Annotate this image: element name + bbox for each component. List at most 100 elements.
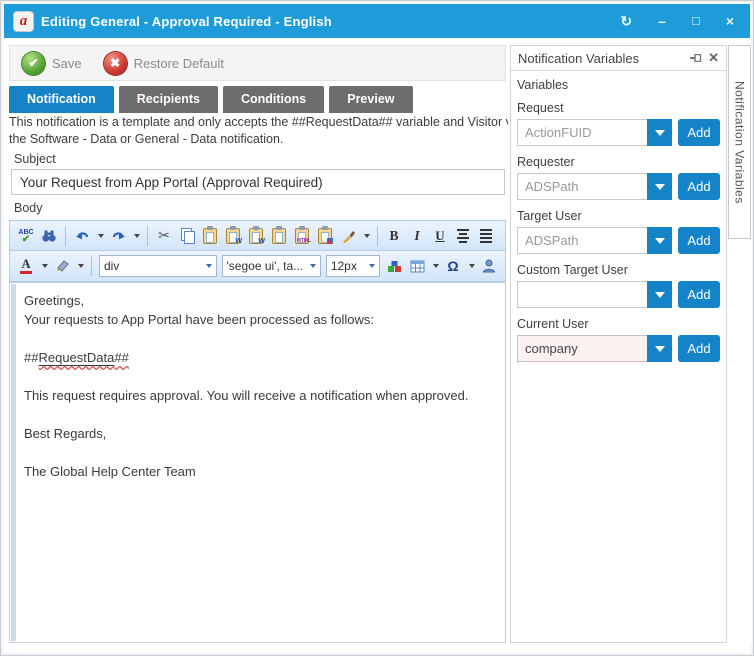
custom-target-user-add-button[interactable]: Add: [678, 281, 720, 308]
paste-from-word-strip-font-icon[interactable]: W: [245, 224, 267, 248]
request-add-button[interactable]: Add: [678, 119, 720, 146]
pin-icon[interactable]: [690, 54, 702, 62]
undo-icon[interactable]: [71, 224, 93, 248]
app-window: a Editing General - Approval Required - …: [0, 0, 754, 656]
body-line-signature: The Global Help Center Team: [24, 462, 497, 481]
find-replace-icon[interactable]: [38, 224, 60, 248]
font-family-select[interactable]: 'segoe ui', ta...: [222, 255, 321, 277]
current-user-label: Current User: [517, 317, 720, 331]
body-line-greeting: Greetings,: [24, 291, 497, 310]
restore-default-label: Restore Default: [134, 56, 224, 71]
bold-icon[interactable]: B: [383, 224, 405, 248]
tab-conditions[interactable]: Conditions: [223, 86, 324, 113]
body-line-regards: Best Regards,: [24, 424, 497, 443]
close-icon[interactable]: ×: [726, 14, 734, 28]
info-line-1: This notification is a template and only…: [9, 114, 508, 131]
target-user-label: Target User: [517, 209, 720, 223]
requester-add-button[interactable]: Add: [678, 173, 720, 200]
restore-x-icon: ✖: [104, 52, 127, 75]
body-line-intro: Your requests to App Portal have been pr…: [24, 310, 497, 329]
chevron-down-icon[interactable]: [647, 281, 672, 308]
minimize-icon[interactable]: –: [658, 14, 666, 28]
palette-icon[interactable]: [383, 254, 405, 278]
toolbar-separator: [377, 226, 378, 246]
spellcheck-icon[interactable]: ABC ✔: [15, 224, 37, 248]
chevron-down-icon[interactable]: [647, 173, 672, 200]
insert-user-icon[interactable]: [478, 254, 500, 278]
restore-default-button[interactable]: ✖ Restore Default: [104, 52, 224, 75]
format-painter-icon[interactable]: [337, 224, 359, 248]
editor-document[interactable]: Greetings, Your requests to App Portal h…: [24, 291, 497, 636]
subject-input[interactable]: [11, 169, 505, 195]
editor-toolbar-row1: ABC ✔: [9, 220, 506, 251]
paragraph-style-select[interactable]: div: [99, 255, 217, 277]
maximize-icon[interactable]: □: [692, 14, 700, 28]
format-painter-dropdown[interactable]: [360, 224, 372, 248]
window-title: Editing General - Approval Required - En…: [41, 14, 612, 29]
command-bar: ✔ Save ✖ Restore Default: [9, 45, 506, 81]
font-color-dropdown[interactable]: [38, 254, 50, 278]
panel-header: Notification Variables ✕: [511, 46, 726, 71]
paste-from-word-icon[interactable]: W: [222, 224, 244, 248]
variables-section-label: Variables: [517, 78, 720, 92]
paste-plain-text-icon[interactable]: [268, 224, 290, 248]
highlight-color-icon[interactable]: [51, 254, 73, 278]
paste-options-icon[interactable]: [314, 224, 336, 248]
body-line-approval: This request requires approval. You will…: [24, 386, 497, 405]
chevron-down-icon[interactable]: [647, 335, 672, 362]
align-center-icon[interactable]: [452, 224, 474, 248]
info-line-2: the Software - Data or General - Data no…: [9, 131, 508, 148]
target-user-select[interactable]: ADSPath: [517, 227, 672, 254]
editor-gutter: [11, 284, 16, 641]
paste-html-icon[interactable]: HTML: [291, 224, 313, 248]
body-label: Body: [14, 201, 43, 215]
special-character-dropdown[interactable]: [465, 254, 477, 278]
italic-icon[interactable]: I: [406, 224, 428, 248]
request-data-variable: RequestData: [38, 350, 114, 367]
template-info-text: This notification is a template and only…: [9, 114, 508, 148]
refresh-icon[interactable]: ↻: [620, 14, 632, 28]
app-logo-icon: a: [14, 12, 33, 31]
font-size-select[interactable]: 12px: [326, 255, 380, 277]
special-character-icon[interactable]: Ω: [442, 254, 464, 278]
requester-row: ADSPath Add: [517, 173, 720, 200]
underline-icon[interactable]: U: [429, 224, 451, 248]
panel-body: Variables Request ActionFUID Add Request…: [511, 71, 726, 369]
panel-close-icon[interactable]: ✕: [708, 50, 719, 66]
tab-preview[interactable]: Preview: [329, 86, 412, 113]
panel-title: Notification Variables: [518, 51, 684, 66]
chevron-down-icon[interactable]: [647, 227, 672, 254]
insert-table-dropdown[interactable]: [429, 254, 441, 278]
body-editor[interactable]: Greetings, Your requests to App Portal h…: [9, 282, 506, 643]
titlebar: a Editing General - Approval Required - …: [4, 4, 750, 38]
tab-strip: Notification Recipients Conditions Previ…: [9, 86, 418, 113]
requester-label: Requester: [517, 155, 720, 169]
target-user-add-button[interactable]: Add: [678, 227, 720, 254]
save-label: Save: [52, 56, 82, 71]
save-check-icon: ✔: [22, 52, 45, 75]
font-color-icon[interactable]: A: [15, 254, 37, 278]
editor-toolbar-row2: A div 'segoe ui', ta... 12px: [9, 251, 506, 282]
current-user-select[interactable]: company: [517, 335, 672, 362]
highlight-color-dropdown[interactable]: [74, 254, 86, 278]
request-row: ActionFUID Add: [517, 119, 720, 146]
undo-dropdown[interactable]: [94, 224, 106, 248]
cut-icon[interactable]: ✂: [153, 224, 175, 248]
notification-variables-panel: Notification Variables ✕ Variables Reque…: [510, 45, 727, 643]
window-controls: ↻ – □ ×: [620, 14, 740, 28]
redo-dropdown[interactable]: [130, 224, 142, 248]
chevron-down-icon[interactable]: [647, 119, 672, 146]
copy-icon[interactable]: [176, 224, 198, 248]
request-select[interactable]: ActionFUID: [517, 119, 672, 146]
notification-variables-side-tab[interactable]: Notification Variables: [728, 45, 751, 239]
current-user-add-button[interactable]: Add: [678, 335, 720, 362]
justify-icon[interactable]: [475, 224, 497, 248]
tab-notification[interactable]: Notification: [9, 86, 114, 113]
paste-icon[interactable]: [199, 224, 221, 248]
redo-icon[interactable]: [107, 224, 129, 248]
custom-target-user-select[interactable]: [517, 281, 672, 308]
tab-recipients[interactable]: Recipients: [119, 86, 218, 113]
insert-table-icon[interactable]: [406, 254, 428, 278]
requester-select[interactable]: ADSPath: [517, 173, 672, 200]
save-button[interactable]: ✔ Save: [22, 52, 82, 75]
